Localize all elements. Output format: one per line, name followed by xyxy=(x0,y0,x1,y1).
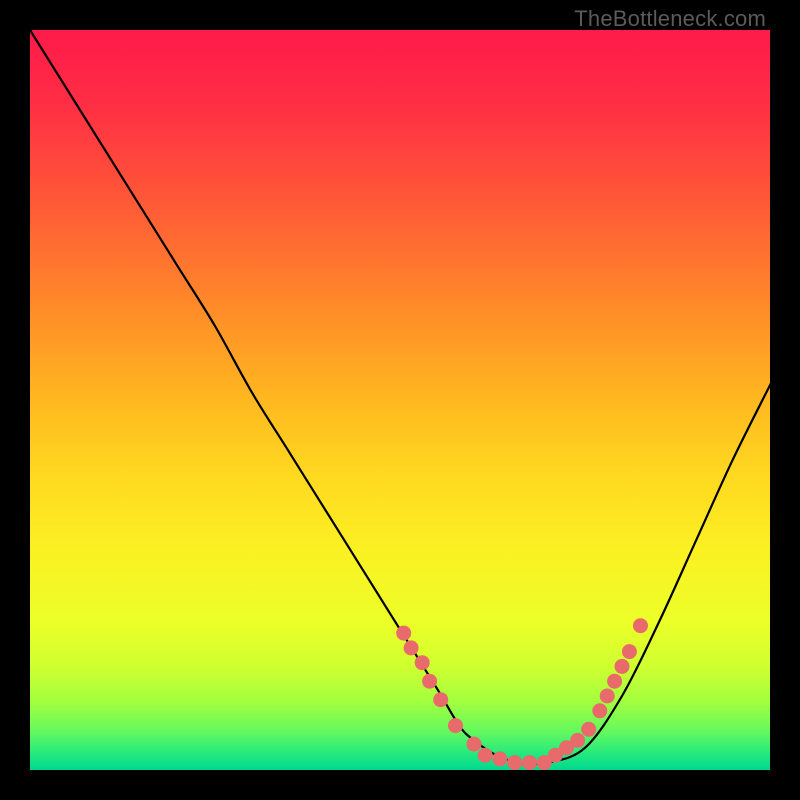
chart-marker xyxy=(592,703,607,718)
chart-marker xyxy=(633,618,648,633)
chart-marker xyxy=(522,755,537,770)
chart-background-gradient xyxy=(30,30,770,770)
chart-marker xyxy=(415,655,430,670)
chart-marker xyxy=(600,689,615,704)
chart-marker xyxy=(404,640,419,655)
chart-marker xyxy=(615,659,630,674)
chart-svg xyxy=(30,30,770,770)
chart-marker xyxy=(478,748,493,763)
watermark-text: TheBottleneck.com xyxy=(574,6,766,32)
chart-marker xyxy=(467,737,482,752)
chart-marker xyxy=(492,751,507,766)
chart-marker xyxy=(433,692,448,707)
chart-marker xyxy=(607,674,622,689)
chart-marker xyxy=(422,674,437,689)
chart-plot-area xyxy=(30,30,770,770)
chart-marker xyxy=(622,644,637,659)
chart-marker xyxy=(581,722,596,737)
chart-marker xyxy=(448,718,463,733)
chart-marker xyxy=(570,733,585,748)
chart-marker xyxy=(396,626,411,641)
chart-marker xyxy=(507,755,522,770)
